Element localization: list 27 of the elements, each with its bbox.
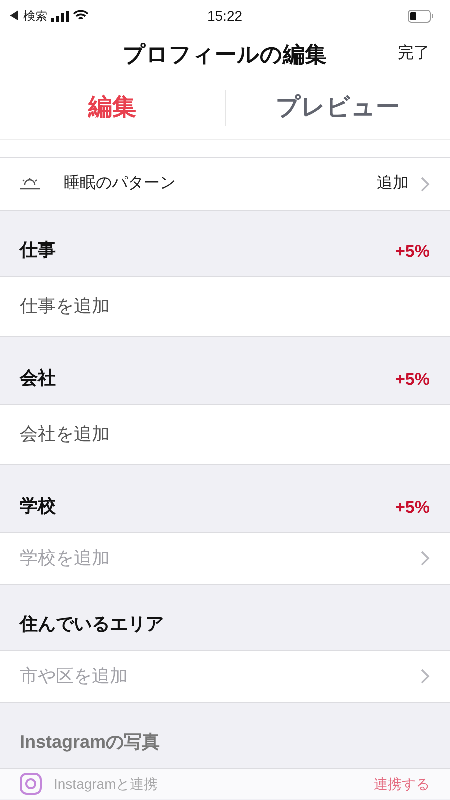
camera-icon — [20, 773, 42, 795]
section-title: 仕事 — [20, 239, 56, 262]
chevron-icon — [421, 669, 430, 684]
section-title: 会社 — [20, 367, 56, 390]
input-field[interactable]: 仕事を追加 — [0, 277, 450, 337]
section-title: 住んでいるエリア — [20, 613, 164, 636]
chevron-icon — [421, 176, 430, 192]
input-field[interactable]: 会社を追加 — [0, 405, 450, 465]
page-title: プロフィールの編集 — [123, 40, 327, 68]
percent-label: +5% — [396, 496, 430, 518]
percent-label: +5% — [396, 240, 430, 262]
chevron-icon — [421, 551, 430, 566]
tab[interactable]: 編集 — [0, 90, 224, 126]
battery-icon — [408, 10, 434, 22]
done-button[interactable]: 完了 — [398, 42, 430, 66]
status-time: 15:22 — [207, 6, 243, 26]
add-link: 追加 — [377, 174, 409, 194]
row-label: 睡眠のパターン — [64, 174, 176, 194]
section-title: 学校 — [20, 495, 56, 518]
signal-icon — [51, 10, 70, 22]
list-item[interactable]: 睡眠のパターン 追加 — [0, 157, 450, 211]
sunrise-icon — [20, 178, 40, 190]
section-title: Instagramの写真 — [20, 731, 160, 754]
percent-label: +5% — [396, 368, 430, 390]
wifi-icon — [73, 10, 90, 22]
back-link[interactable]: ◀ 検索 — [8, 7, 48, 25]
tab[interactable]: プレビュー — [226, 90, 450, 126]
